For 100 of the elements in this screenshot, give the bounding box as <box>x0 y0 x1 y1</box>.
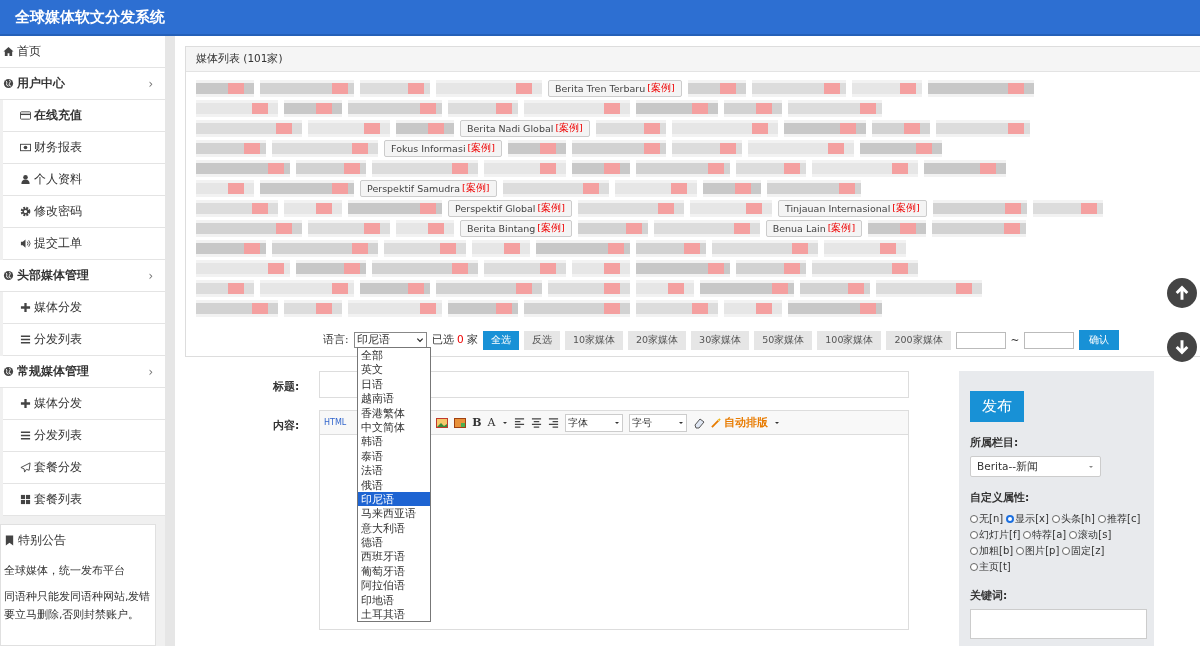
chevron-icon: › <box>148 268 153 283</box>
blurred-media-tag <box>702 180 761 197</box>
font-size-select[interactable]: 字号 <box>628 413 687 432</box>
filter-button[interactable]: 100家媒体 <box>817 330 882 350</box>
dropdown-option[interactable]: 俄语 <box>358 477 430 492</box>
menu-item[interactable]: 分发列表 <box>3 420 165 452</box>
filter-button[interactable]: 10家媒体 <box>564 330 623 350</box>
menu-item[interactable]: 套餐列表 <box>3 484 165 516</box>
blurred-media-tag <box>396 120 454 137</box>
blurred-media-tag <box>196 180 254 197</box>
menu-item[interactable]: 套餐分发 <box>3 452 165 484</box>
blurred-media-tag <box>736 260 806 277</box>
dropdown-option[interactable]: 西班牙语 <box>358 549 430 564</box>
html-mode-button[interactable]: HTML <box>324 418 347 427</box>
filter-button[interactable]: 20家媒体 <box>628 330 687 350</box>
blurred-media-tag <box>284 100 342 117</box>
blurred-media-tag <box>507 140 566 157</box>
radio-option[interactable]: 固定[z] <box>1062 543 1105 559</box>
language-select[interactable]: 印尼语 <box>353 332 427 348</box>
keywords-field[interactable] <box>970 609 1147 639</box>
media-tag[interactable]: Fokus Informasi [案例] <box>384 140 502 157</box>
chevron-icon: › <box>148 364 153 379</box>
radio-option[interactable]: 头条[h] <box>1051 511 1095 527</box>
dropdown-option[interactable]: 全部 <box>358 348 430 363</box>
radio-option[interactable]: 特荐[a] <box>1023 527 1067 543</box>
menu-item[interactable]: 首页 <box>0 36 165 68</box>
dropdown-option[interactable]: 越南语 <box>358 391 430 406</box>
menu-group[interactable]: 用户中心 <box>17 76 65 91</box>
dropdown-option[interactable]: 马来西亚语 <box>358 506 430 521</box>
caret-icon <box>415 336 424 344</box>
dropdown-option[interactable]: 葡萄牙语 <box>358 563 430 579</box>
blurred-media-tag <box>296 160 366 177</box>
caret-icon <box>773 419 780 426</box>
dropdown-option[interactable]: 日语 <box>358 376 430 392</box>
media-tag[interactable]: Perspektif Samudra [案例] <box>360 180 497 197</box>
range-separator: ~ <box>1010 334 1020 346</box>
blurred-media-tag <box>871 120 930 137</box>
dropdown-option[interactable]: 法语 <box>358 463 430 478</box>
user-icon <box>20 174 31 185</box>
dropdown-option[interactable]: 印地语 <box>358 592 430 608</box>
blurred-media-tag <box>868 220 927 237</box>
dropdown-option[interactable]: 土耳其语 <box>358 607 430 622</box>
font-color-button[interactable]: A <box>487 416 496 429</box>
radio-option[interactable]: 图片[p] <box>1016 543 1060 559</box>
menu-item[interactable]: 媒体分发 <box>3 388 165 420</box>
down-arrow-icon <box>1174 339 1190 355</box>
bold-button[interactable]: B <box>472 416 482 429</box>
filter-button[interactable]: 反选 <box>523 330 560 350</box>
dropdown-option[interactable]: 意大利语 <box>358 520 430 536</box>
range-start-field[interactable] <box>955 331 1006 349</box>
menu-item[interactable]: 在线充值 <box>3 100 165 132</box>
dropdown-option[interactable]: 印尼语 <box>358 491 430 507</box>
align-center-icon <box>530 417 542 428</box>
radio-option[interactable]: 显示[x] <box>1006 511 1049 527</box>
globe-icon <box>3 366 14 377</box>
radio-option[interactable]: 幻灯片[f] <box>970 527 1021 543</box>
grid-icon <box>20 494 31 505</box>
dropdown-option[interactable]: 韩语 <box>358 434 430 449</box>
menu-item[interactable]: 个人资料 <box>3 164 165 196</box>
blurred-media-tag <box>448 300 518 317</box>
menu-item[interactable]: 修改密码 <box>3 196 165 228</box>
blurred-media-tag <box>800 280 870 297</box>
menu-group[interactable]: 头部媒体管理 <box>17 268 89 283</box>
radio-option[interactable]: 推荐[c] <box>1098 511 1141 527</box>
menu-item[interactable]: 媒体分发 <box>3 292 165 324</box>
menu-item[interactable]: 分发列表 <box>3 324 165 356</box>
settings-icon <box>20 206 31 217</box>
range-end-field[interactable] <box>1024 331 1075 349</box>
media-tag[interactable]: Benua Lain [案例] <box>765 220 863 237</box>
filter-button[interactable]: 200家媒体 <box>886 330 951 350</box>
notice-title: 特别公告 <box>18 533 66 548</box>
radio-option[interactable]: 加粗[b] <box>970 543 1014 559</box>
picture-icon <box>454 416 467 429</box>
blurred-media-tag <box>577 220 648 237</box>
radio-option[interactable]: 滚动[s] <box>1069 527 1112 543</box>
dropdown-option[interactable]: 德语 <box>358 535 430 550</box>
card-icon <box>20 110 31 121</box>
filter-button[interactable]: 30家媒体 <box>691 330 750 350</box>
content-label: 内容: <box>272 418 301 433</box>
media-tag[interactable]: Berita Tren Terbaru [案例] <box>548 80 682 97</box>
menu-item[interactable]: 提交工单 <box>3 228 165 260</box>
dropdown-option[interactable]: 英文 <box>358 362 430 377</box>
radio-option[interactable]: 无[n] <box>970 511 1004 527</box>
media-tag[interactable]: Perspektif Global [案例] <box>448 200 572 217</box>
menu-item[interactable]: 财务报表 <box>3 132 165 164</box>
blurred-media-tag <box>396 220 454 237</box>
menu-group[interactable]: 常规媒体管理 <box>17 364 89 379</box>
radio-option[interactable]: 主页[t] <box>970 559 1011 575</box>
media-tag[interactable]: Berita Nadi Global [案例] <box>460 120 590 137</box>
dropdown-option[interactable]: 泰语 <box>358 448 430 464</box>
media-tag[interactable]: Berita Bintang [案例] <box>460 220 572 237</box>
font-select[interactable]: 字体 <box>564 413 623 432</box>
category-select[interactable]: Berita--新闻 <box>970 456 1101 477</box>
panel-title: 媒体列表 (101家) <box>186 47 1200 72</box>
dropdown-option[interactable]: 中文简体 <box>358 419 430 435</box>
filter-button[interactable]: 50家媒体 <box>754 330 813 350</box>
media-tag[interactable]: Tinjauan Internasional [案例] <box>777 200 927 217</box>
image-icon <box>436 416 449 429</box>
paper-plane-icon <box>20 462 31 473</box>
dropdown-option[interactable]: 阿拉伯语 <box>358 578 430 593</box>
